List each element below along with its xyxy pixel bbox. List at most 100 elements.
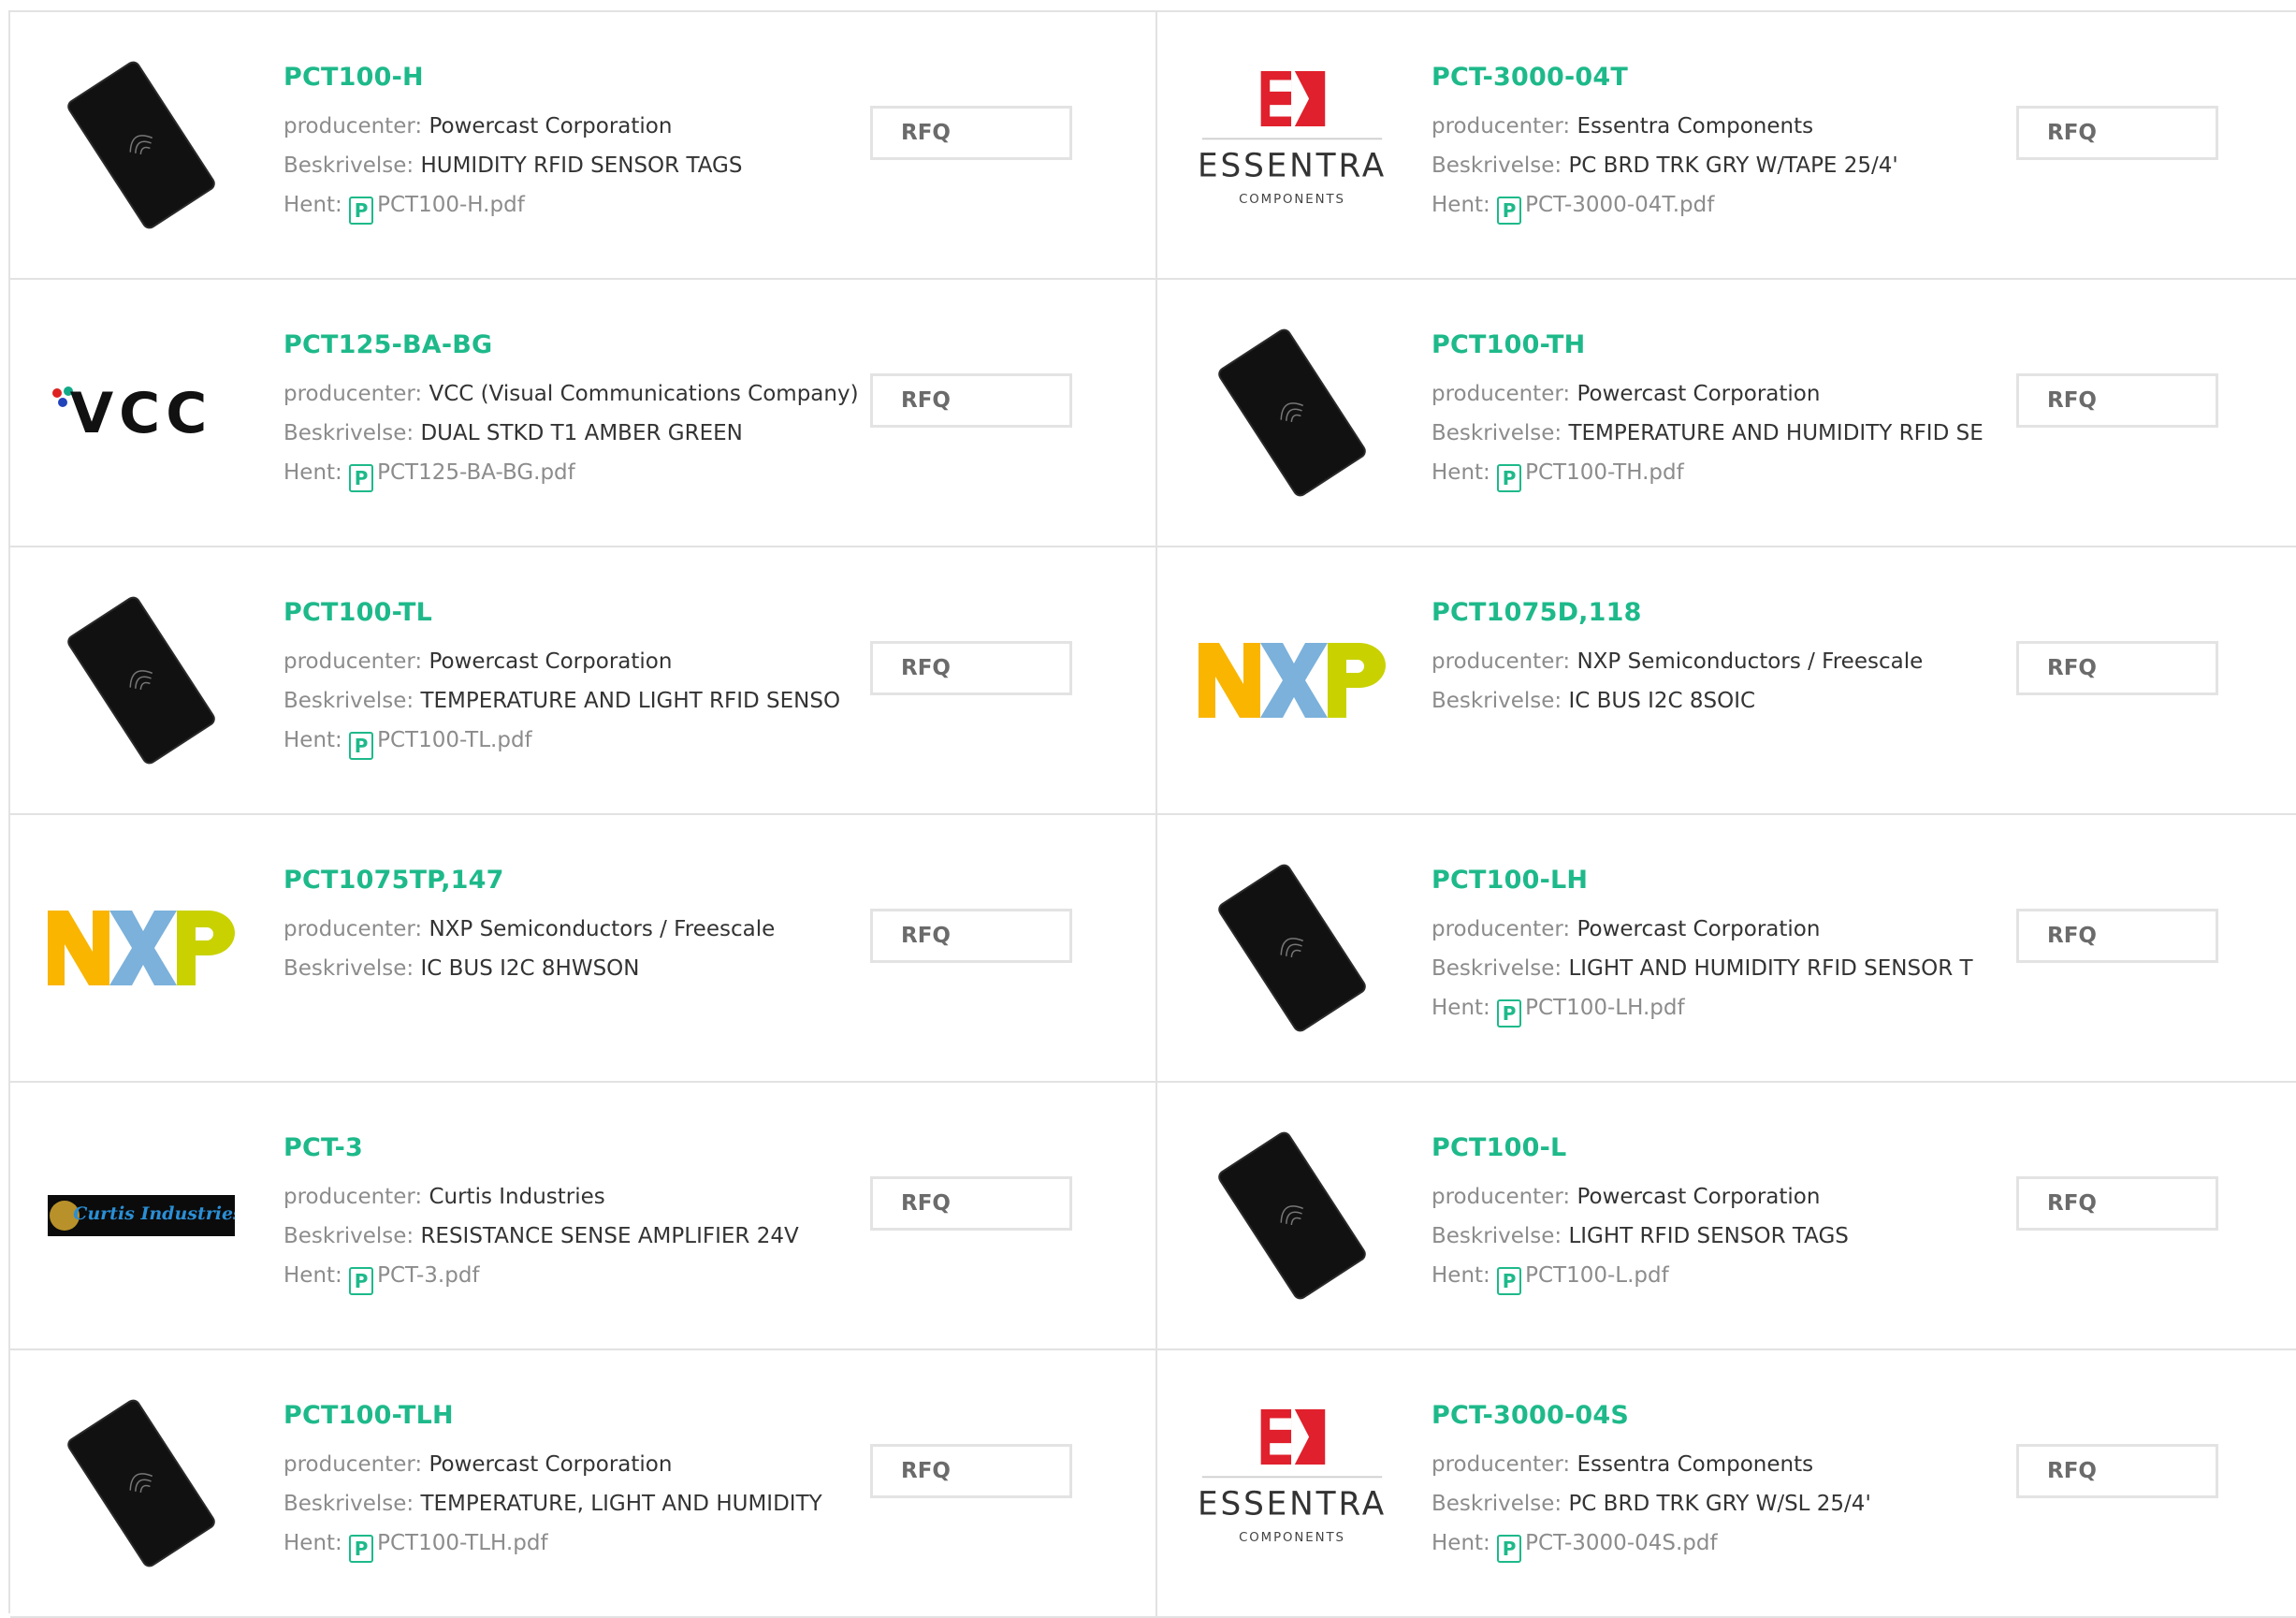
- manufacturer-row: producenter: VCC (Visual Communications …: [283, 374, 864, 414]
- description-label: Beskrivelse:: [1431, 1224, 1562, 1248]
- pdf-icon[interactable]: P: [349, 197, 374, 225]
- rfid-card-icon[interactable]: [1199, 1131, 1386, 1300]
- manufacturer-value: Powercast Corporation: [1577, 1185, 1821, 1209]
- datasheet-link[interactable]: PCT-3000-04S.pdf: [1525, 1531, 1717, 1555]
- manufacturer-row: producenter: Powercast Corporation: [1431, 910, 2012, 949]
- rfq-button[interactable]: RFQ: [2016, 1444, 2218, 1498]
- manufacturer-label: producenter:: [1431, 382, 1571, 406]
- product-info: PCT1075D,118 producenter: NXP Semiconduct…: [1431, 596, 2012, 721]
- pdf-icon[interactable]: P: [1497, 1535, 1522, 1563]
- rfid-card-icon[interactable]: [48, 596, 235, 765]
- pdf-icon[interactable]: P: [1497, 1267, 1522, 1295]
- datasheet-link[interactable]: PCT-3000-04T.pdf: [1525, 193, 1714, 217]
- rfq-button[interactable]: RFQ: [2016, 373, 2218, 428]
- part-number-link[interactable]: PCT1075D,118: [1431, 596, 2012, 630]
- essentra-logo[interactable]: ESSENTRA COMPONENTS: [1199, 68, 1386, 222]
- rfq-button[interactable]: RFQ: [870, 1176, 1072, 1231]
- part-number-link[interactable]: PCT-3: [283, 1131, 864, 1165]
- manufacturer-value: Essentra Components: [1577, 114, 1814, 138]
- rfq-button[interactable]: RFQ: [2016, 1176, 2218, 1231]
- datasheet-link[interactable]: PCT100-LH.pdf: [1525, 996, 1685, 1020]
- part-number-link[interactable]: PCT100-L: [1431, 1131, 2012, 1165]
- description-row: Beskrivelse: TEMPERATURE AND HUMIDITY RF…: [1431, 414, 2012, 453]
- product-info: PCT100-H producenter: Powercast Corporati…: [283, 61, 864, 225]
- description-label: Beskrivelse:: [1431, 689, 1562, 713]
- rfid-card-icon[interactable]: [48, 1399, 235, 1567]
- part-number-link[interactable]: PCT1075TP,147: [283, 864, 864, 897]
- nxp-logo[interactable]: [48, 871, 235, 1025]
- download-row: Hent: P PCT100-LH.pdf: [1431, 988, 2012, 1028]
- product-card: PCT1075TP,147 producenter: NXP Semiconduc…: [10, 815, 1157, 1083]
- description-value: DUAL STKD T1 AMBER GREEN: [420, 421, 743, 445]
- product-info: PCT100-TH producenter: Powercast Corporat…: [1431, 328, 2012, 492]
- nxp-logo[interactable]: [1199, 604, 1386, 757]
- rfq-button[interactable]: RFQ: [870, 1444, 1072, 1498]
- manufacturer-label: producenter:: [283, 114, 423, 138]
- manufacturer-row: producenter: Powercast Corporation: [283, 1445, 864, 1484]
- manufacturer-value: VCC (Visual Communications Company): [429, 382, 859, 406]
- datasheet-link[interactable]: PCT125-BA-BG.pdf: [377, 460, 575, 485]
- rfq-button[interactable]: RFQ: [2016, 909, 2218, 963]
- curtis-logo[interactable]: Curtis Industries: [48, 1139, 235, 1292]
- pdf-icon[interactable]: P: [1497, 464, 1522, 492]
- manufacturer-value: Powercast Corporation: [429, 1452, 673, 1477]
- pdf-icon[interactable]: P: [349, 732, 374, 760]
- rfq-button[interactable]: RFQ: [870, 373, 1072, 428]
- part-number-link[interactable]: PCT100-TH: [1431, 328, 2012, 362]
- part-number-link[interactable]: PCT-3000-04T: [1431, 61, 2012, 95]
- product-card: PCT100-LH producenter: Powercast Corporat…: [1157, 815, 2296, 1083]
- pdf-icon[interactable]: P: [1497, 197, 1522, 225]
- description-row: Beskrivelse: IC BUS I2C 8SOIC: [1431, 681, 2012, 721]
- part-number-link[interactable]: PCT125-BA-BG: [283, 328, 864, 362]
- rfid-card-icon[interactable]: [1199, 328, 1386, 497]
- description-label: Beskrivelse:: [1431, 1492, 1562, 1516]
- description-value: PC BRD TRK GRY W/TAPE 25/4': [1568, 153, 1898, 178]
- product-info: PCT-3000-04T producenter: Essentra Compon…: [1431, 61, 2012, 225]
- essentra-logo[interactable]: ESSENTRA COMPONENTS: [1199, 1407, 1386, 1560]
- download-label: Hent:: [283, 460, 342, 485]
- part-number-link[interactable]: PCT100-TL: [283, 596, 864, 630]
- description-row: Beskrivelse: PC BRD TRK GRY W/SL 25/4': [1431, 1484, 2012, 1523]
- manufacturer-value: NXP Semiconductors / Freescale: [429, 917, 776, 941]
- download-row: Hent: P PCT-3.pdf: [283, 1256, 864, 1295]
- datasheet-link[interactable]: PCT100-TL.pdf: [377, 728, 532, 752]
- download-label: Hent:: [283, 1263, 342, 1288]
- download-row: Hent: P PCT100-H.pdf: [283, 185, 864, 225]
- rfq-button[interactable]: RFQ: [870, 106, 1072, 160]
- download-label: Hent:: [1431, 996, 1490, 1020]
- pdf-icon[interactable]: P: [349, 464, 374, 492]
- pdf-icon[interactable]: P: [349, 1267, 374, 1295]
- datasheet-link[interactable]: PCT-3.pdf: [377, 1263, 479, 1288]
- rfq-button[interactable]: RFQ: [870, 909, 1072, 963]
- description-row: Beskrivelse: TEMPERATURE, LIGHT AND HUMI…: [283, 1484, 864, 1523]
- part-number-link[interactable]: PCT100-LH: [1431, 864, 2012, 897]
- download-label: Hent:: [1431, 1263, 1490, 1288]
- product-card: PCT1075D,118 producenter: NXP Semiconduct…: [1157, 547, 2296, 815]
- manufacturer-value: NXP Semiconductors / Freescale: [1577, 649, 1924, 674]
- part-number-link[interactable]: PCT-3000-04S: [1431, 1399, 2012, 1433]
- rfid-card-icon[interactable]: [48, 61, 235, 229]
- product-card: ESSENTRA COMPONENTS PCT-3000-04S producente…: [1157, 1350, 2296, 1618]
- part-number-link[interactable]: PCT100-TLH: [283, 1399, 864, 1433]
- product-card: VCC PCT125-BA-BG producenter: VCC (Visual …: [10, 280, 1157, 547]
- description-row: Beskrivelse: LIGHT AND HUMIDITY RFID SEN…: [1431, 949, 2012, 988]
- description-value: LIGHT RFID SENSOR TAGS: [1568, 1224, 1849, 1248]
- description-label: Beskrivelse:: [283, 153, 414, 178]
- pdf-icon[interactable]: P: [349, 1535, 374, 1563]
- vcc-logo[interactable]: VCC: [48, 336, 235, 489]
- datasheet-link[interactable]: PCT100-H.pdf: [377, 193, 525, 217]
- part-number-link[interactable]: PCT100-H: [283, 61, 864, 95]
- description-label: Beskrivelse:: [283, 421, 414, 445]
- datasheet-link[interactable]: PCT100-TH.pdf: [1525, 460, 1684, 485]
- datasheet-link[interactable]: PCT100-L.pdf: [1525, 1263, 1669, 1288]
- rfid-card-icon[interactable]: [1199, 864, 1386, 1032]
- description-label: Beskrivelse:: [283, 689, 414, 713]
- product-info: PCT100-TLH producenter: Powercast Corpora…: [283, 1399, 864, 1563]
- pdf-icon[interactable]: P: [1497, 999, 1522, 1028]
- datasheet-link[interactable]: PCT100-TLH.pdf: [377, 1531, 547, 1555]
- manufacturer-label: producenter:: [283, 382, 423, 406]
- rfq-button[interactable]: RFQ: [2016, 641, 2218, 695]
- download-row: Hent: P PCT100-TH.pdf: [1431, 453, 2012, 492]
- rfq-button[interactable]: RFQ: [2016, 106, 2218, 160]
- rfq-button[interactable]: RFQ: [870, 641, 1072, 695]
